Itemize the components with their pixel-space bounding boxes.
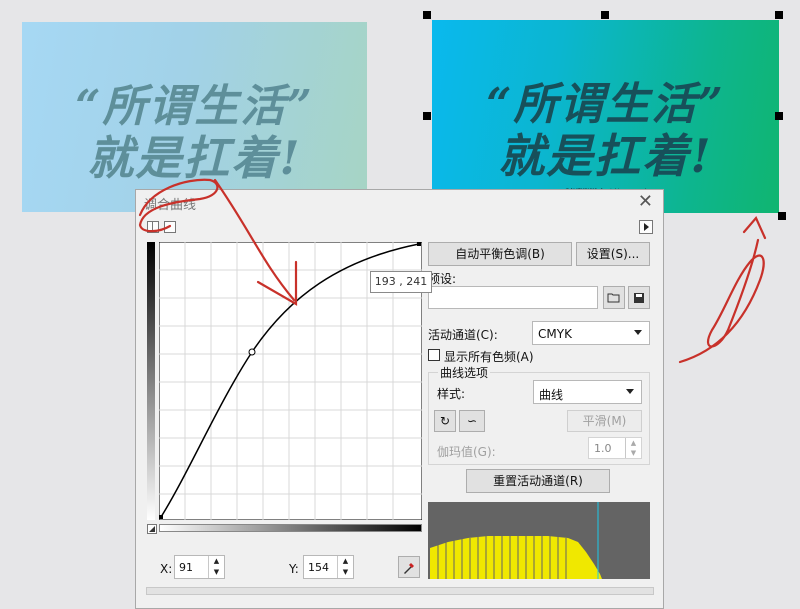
y-value: 154 <box>308 561 329 574</box>
reset-curve-corner-icon[interactable] <box>147 524 157 534</box>
preset-input[interactable] <box>428 286 598 309</box>
save-disk-icon[interactable] <box>628 286 650 309</box>
y-stepper[interactable]: 154 ▲ ▼ <box>303 555 354 579</box>
dialog-title: 调合曲线 <box>144 198 197 213</box>
output-gradient-bar <box>147 242 155 520</box>
histogram <box>428 502 650 579</box>
eyedropper-icon[interactable] <box>398 556 420 578</box>
y-label: Y: <box>289 562 299 576</box>
annotation-curl <box>678 238 765 364</box>
show-all-checkbox[interactable] <box>428 349 440 361</box>
split-view-icon[interactable] <box>147 221 159 233</box>
channel-value: CMYK <box>538 327 572 341</box>
auto-balance-button[interactable]: 自动平衡色调(B) <box>428 242 572 266</box>
open-folder-icon[interactable] <box>603 286 625 309</box>
left-artwork-image: “所谓生活” 就是扛着! ©ALITUSUJIA_A · rights rese… <box>22 22 367 212</box>
gamma-label: 伽玛值(G): <box>437 445 496 459</box>
preset-label: 预设: <box>428 272 457 286</box>
gamma-value: 1.0 <box>594 442 612 455</box>
coordinate-tooltip: 193 , 241 <box>370 271 432 293</box>
reset-channel-button[interactable]: 重置活动通道(R) <box>466 469 610 493</box>
selection-handle-left[interactable] <box>423 112 431 120</box>
chevron-down-icon <box>626 389 634 394</box>
curve-options-title: 曲线选项 <box>438 364 491 381</box>
chevron-down-icon <box>634 330 642 335</box>
x-label: X: <box>160 562 173 576</box>
selection-handle-top[interactable] <box>601 11 609 19</box>
selection-handle-top-right[interactable] <box>775 11 783 19</box>
selection-handle-top-left[interactable] <box>423 11 431 19</box>
x-stepper[interactable]: 91 ▲ ▼ <box>174 555 225 579</box>
style-value: 曲线 <box>539 388 564 402</box>
show-all-label: 显示所有色频(A) <box>444 350 534 364</box>
close-icon[interactable]: ✕ <box>638 191 653 212</box>
channel-label: 活动通道(C): <box>428 328 498 342</box>
annotation-curl-head <box>742 215 767 240</box>
channel-select[interactable]: CMYK <box>532 321 650 345</box>
expand-arrow-icon[interactable] <box>639 220 653 234</box>
invert-curve-icon[interactable]: ↻ <box>434 410 456 432</box>
single-view-icon[interactable] <box>164 221 176 233</box>
x-value: 91 <box>179 561 193 574</box>
selection-handle-bottom-right[interactable] <box>778 212 786 220</box>
dialog-scrollbar[interactable] <box>146 587 654 595</box>
style-label: 样式: <box>437 387 466 401</box>
smooth-button[interactable]: 平滑(M) <box>567 410 642 432</box>
gamma-stepper[interactable]: 1.0 ▲ ▼ <box>588 437 642 459</box>
artwork-line2: 就是扛着! <box>498 129 713 183</box>
selection-handle-right[interactable] <box>775 112 783 120</box>
input-gradient-bar <box>159 524 422 532</box>
x-spin-buttons[interactable]: ▲ ▼ <box>208 556 224 578</box>
tone-curve-dialog: 调合曲线 ✕ X: 91 ▲ ▼ Y: 154 ▲ ▼ 自动平衡色调(B) 设置… <box>135 189 664 609</box>
style-select[interactable]: 曲线 <box>533 380 642 404</box>
right-artwork-image[interactable]: “所谓生活” 就是扛着! ©ALITUSUJIA_A · rights rese… <box>432 20 779 213</box>
flip-curve-icon[interactable]: ∽ <box>459 410 485 432</box>
y-spin-buttons[interactable]: ▲ ▼ <box>337 556 353 578</box>
gamma-spin-buttons[interactable]: ▲ ▼ <box>625 438 641 458</box>
artwork-line2: 就是扛着! <box>87 131 302 185</box>
settings-button[interactable]: 设置(S)... <box>576 242 650 266</box>
